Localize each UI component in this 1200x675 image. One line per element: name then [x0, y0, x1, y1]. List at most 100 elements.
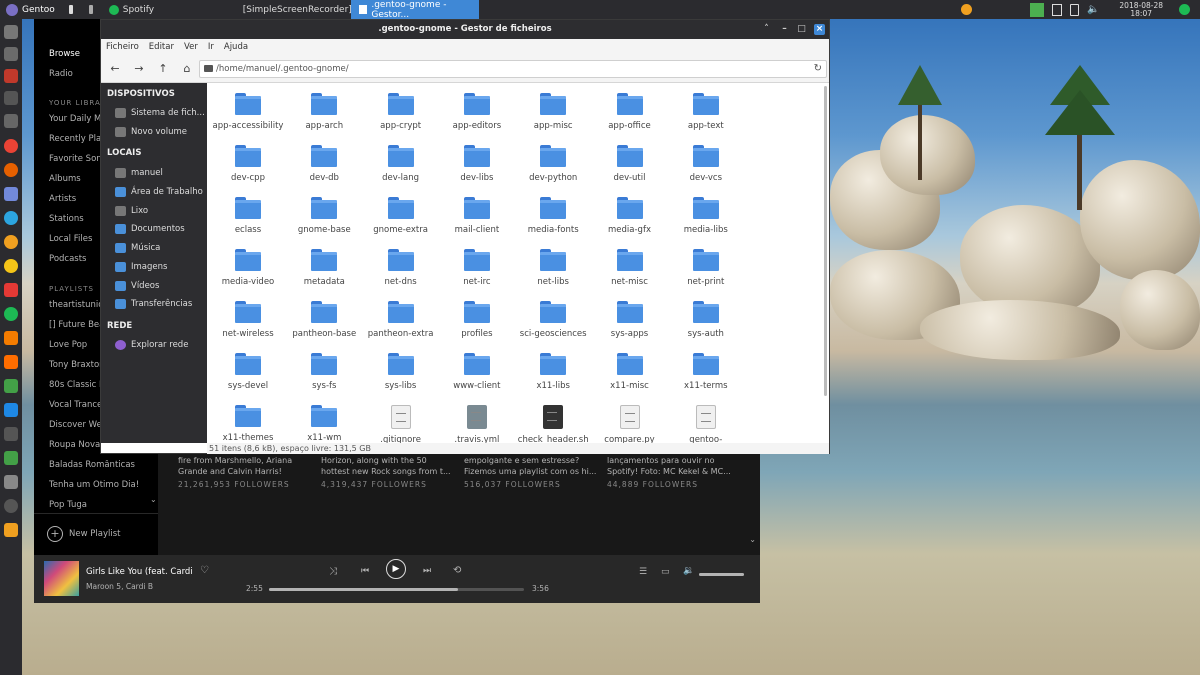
folder-item[interactable]: sci-geosciences: [515, 301, 591, 339]
folder-item[interactable]: dev-python: [515, 145, 591, 183]
folder-item[interactable]: sys-auth: [668, 301, 744, 339]
clipboard-icon[interactable]: [1051, 3, 1062, 16]
folder-item[interactable]: pantheon-base: [286, 301, 362, 339]
update-icon[interactable]: [960, 4, 972, 15]
maximize-button[interactable]: □: [796, 24, 807, 35]
folder-item[interactable]: profiles: [439, 301, 515, 339]
file-item[interactable]: check_header.sh: [515, 405, 591, 443]
menu-help[interactable]: Ajuda: [224, 42, 248, 52]
up-button[interactable]: ↑: [155, 61, 171, 77]
media-dock-icon[interactable]: [4, 259, 18, 273]
download-dock-icon[interactable]: [4, 427, 18, 441]
shuffle-icon[interactable]: ⤨: [329, 566, 337, 577]
track-title[interactable]: Girls Like You (feat. Cardi B): [86, 567, 196, 577]
sidebar-item-new-volume[interactable]: Novo volume: [115, 127, 187, 137]
new-playlist-button[interactable]: + New Playlist: [34, 513, 158, 555]
applications-menu-button[interactable]: Gentoo: [0, 0, 61, 19]
folder-item[interactable]: app-accessibility: [210, 93, 286, 131]
next-icon[interactable]: ⏭: [423, 566, 431, 576]
playlist-item[interactable]: Pop Tuga: [49, 500, 154, 510]
menu-view[interactable]: Ver: [184, 42, 198, 52]
sidebar-item-trash[interactable]: Lixo: [115, 206, 148, 216]
clock[interactable]: 2018-08-28 18:07: [1119, 1, 1163, 18]
folder-item[interactable]: x11-wm: [286, 405, 362, 443]
folder-item[interactable]: x11-misc: [592, 353, 668, 391]
volume-icon[interactable]: 🔈: [1087, 4, 1099, 15]
writer-dock-icon[interactable]: [4, 403, 18, 417]
vlc-dock-icon[interactable]: [4, 331, 18, 345]
firefox-dock-icon[interactable]: [4, 163, 18, 177]
folder-item[interactable]: dev-cpp: [210, 145, 286, 183]
forward-button[interactable]: →: [131, 61, 147, 77]
sidebar-item-home[interactable]: manuel: [115, 168, 163, 178]
folder-item[interactable]: dev-db: [286, 145, 362, 183]
folder-item[interactable]: net-dns: [363, 249, 439, 287]
folder-item[interactable]: media-libs: [668, 197, 744, 235]
search-dock-icon[interactable]: [4, 499, 18, 513]
folder-item[interactable]: dev-vcs: [668, 145, 744, 183]
monitor-dock-icon[interactable]: [4, 451, 18, 465]
upload-dock-icon[interactable]: [4, 114, 18, 128]
scroll-down-icon[interactable]: ⌄: [749, 535, 756, 544]
file-item[interactable]: gentoo-: [668, 405, 744, 443]
scroll-down-icon[interactable]: ⌄: [150, 495, 157, 504]
folder-item[interactable]: dev-libs: [439, 145, 515, 183]
playlist-card[interactable]: Horizon, along with the 50 hottest new R…: [321, 455, 456, 490]
heart-icon[interactable]: ♡: [200, 565, 209, 576]
sidebar-item-system[interactable]: Sistema de fich...: [115, 108, 205, 118]
folder-item[interactable]: www-client: [439, 353, 515, 391]
vertical-scrollbar[interactable]: [824, 86, 827, 396]
previous-icon[interactable]: ⏮: [361, 566, 369, 576]
taskbar-file-manager[interactable]: .gentoo-gnome - Gestor...: [350, 0, 479, 20]
p-app-dock-icon[interactable]: [4, 355, 18, 369]
folder-item[interactable]: sys-devel: [210, 353, 286, 391]
sidebar-item-music[interactable]: Música: [115, 243, 160, 253]
folder-item[interactable]: metadata: [286, 249, 362, 287]
folder-item[interactable]: eclass: [210, 197, 286, 235]
devices-icon[interactable]: ▭: [661, 567, 670, 577]
sidebar-item-documents[interactable]: Documentos: [115, 224, 185, 234]
folder-item[interactable]: media-video: [210, 249, 286, 287]
telegram-dock-icon[interactable]: [4, 211, 18, 225]
sidebar-item-browse-network[interactable]: Explorar rede: [115, 340, 188, 350]
folder-item[interactable]: net-misc: [592, 249, 668, 287]
sidebar-item-downloads[interactable]: Transferências: [115, 299, 192, 309]
close-button[interactable]: ×: [814, 24, 825, 35]
progress-bar[interactable]: [269, 588, 524, 591]
banana-dock-icon[interactable]: [4, 235, 18, 249]
file-item[interactable]: .gitignore: [363, 405, 439, 443]
sidebar-item-pictures[interactable]: Imagens: [115, 262, 167, 272]
taskbar-spotify[interactable]: Spotify: [101, 0, 231, 19]
sidebar-item-desktop[interactable]: Área de Trabalho: [115, 187, 203, 197]
playlist-card[interactable]: empolgante e sem estresse? Fizemos uma p…: [464, 455, 599, 490]
folder-item[interactable]: sys-apps: [592, 301, 668, 339]
queue-icon[interactable]: ☰: [639, 567, 647, 577]
folder-item[interactable]: net-print: [668, 249, 744, 287]
spotify-dock-icon[interactable]: [4, 307, 18, 321]
files-dock-icon[interactable]: [4, 47, 18, 61]
folder-item[interactable]: net-irc: [439, 249, 515, 287]
terminal-dock-icon[interactable]: [4, 25, 18, 39]
folder-item[interactable]: x11-libs: [515, 353, 591, 391]
folder-item[interactable]: dev-lang: [363, 145, 439, 183]
resource-monitor-icon[interactable]: [1029, 2, 1044, 17]
folder-item[interactable]: app-misc: [515, 93, 591, 131]
folder-item[interactable]: dev-util: [592, 145, 668, 183]
folder-item[interactable]: net-libs: [515, 249, 591, 287]
minimize-button[interactable]: –: [779, 24, 790, 35]
document-dock-icon[interactable]: [4, 69, 18, 83]
pin-icon[interactable]: ˄: [761, 24, 772, 35]
location-bar[interactable]: /home/manuel/.gentoo-gnome/ ↻: [199, 60, 827, 78]
power-icon[interactable]: [1179, 4, 1190, 15]
cleaner-dock-icon[interactable]: [4, 523, 18, 537]
track-artist[interactable]: Maroon 5, Cardi B: [86, 582, 153, 591]
folder-item[interactable]: gnome-base: [286, 197, 362, 235]
folder-item[interactable]: app-editors: [439, 93, 515, 131]
play-button[interactable]: ▶: [386, 559, 406, 579]
playlist-card[interactable]: fire from Marshmello, Ariana Grande and …: [178, 455, 313, 490]
home-button[interactable]: ⌂: [179, 61, 195, 77]
reload-icon[interactable]: ↻: [814, 61, 822, 77]
playlist-card[interactable]: lançamentos para ouvir no Spotify! Foto:…: [607, 455, 742, 490]
discord-dock-icon[interactable]: [4, 187, 18, 201]
volume-icon[interactable]: 🔉: [683, 566, 694, 576]
